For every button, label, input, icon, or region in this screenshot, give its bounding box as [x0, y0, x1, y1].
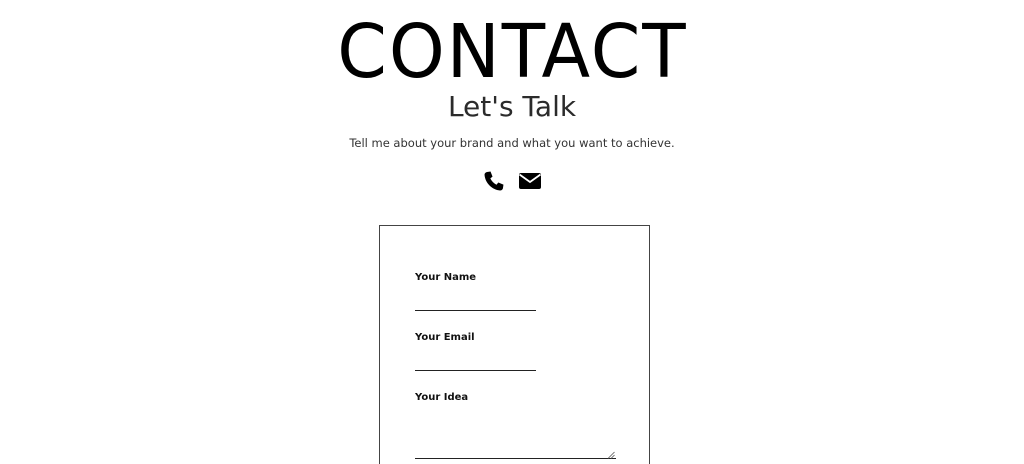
page-title-text: CONTACT [336, 9, 688, 95]
idea-label: Your Idea [415, 392, 469, 403]
contact-form: Your Name Your Email Your Idea [379, 225, 650, 464]
envelope-icon [518, 173, 542, 189]
phone-icon [484, 171, 504, 191]
tagline-text: Tell me about your brand and what you wa… [349, 136, 675, 150]
email-link[interactable] [518, 169, 542, 193]
name-input[interactable] [415, 292, 536, 311]
contact-icons [0, 169, 1024, 193]
name-label: Your Name [415, 272, 477, 283]
idea-textarea[interactable] [415, 422, 616, 459]
contact-page: CONTACT Let's Talk Tell me about your br… [0, 0, 1024, 464]
email-label: Your Email [415, 332, 475, 343]
page-title: CONTACT [0, 6, 1024, 98]
section-subtitle: Let's Talk [447, 90, 577, 123]
phone-link[interactable] [482, 169, 506, 193]
email-input[interactable] [415, 352, 536, 371]
resize-grip-icon[interactable] [607, 451, 615, 459]
